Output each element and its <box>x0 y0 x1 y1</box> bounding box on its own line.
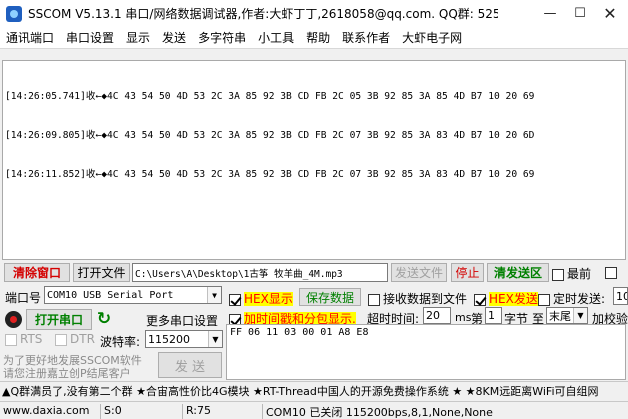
english-checkbox[interactable] <box>605 265 620 279</box>
menu-bar: 通讯端口 串口设置 显示 发送 多字符串 小工具 帮助 联系作者 大虾电子网 <box>0 27 628 49</box>
status-sent-count: S:0 <box>100 404 180 419</box>
menu-multi-string[interactable]: 多字符串 <box>192 29 252 46</box>
maximize-icon[interactable]: ☐ <box>565 0 595 27</box>
record-icon <box>5 311 22 328</box>
clear-send-button[interactable]: 清发送区 <box>487 263 549 282</box>
hex-send-label: HEX发送 <box>489 292 538 306</box>
receive-line: [14:26:09.805]收←◆4C 43 54 50 4D 53 2C 3A… <box>5 130 535 141</box>
sscom-window: SSCOM V5.13.1 串口/网络数据调试器,作者:大虾丁丁,2618058… <box>0 0 628 419</box>
checkbox-icon <box>552 268 564 281</box>
baud-select[interactable]: 115200 ▼ <box>145 330 223 348</box>
hex-display-checkbox[interactable]: HEX显示 <box>229 290 293 307</box>
hex-send-checkbox[interactable]: HEX发送 <box>474 290 538 307</box>
timed-send-label: 定时发送: <box>553 292 606 306</box>
menu-tools[interactable]: 小工具 <box>252 29 300 46</box>
topmost-checkbox[interactable]: 最前 <box>552 265 591 282</box>
menu-send[interactable]: 发送 <box>156 29 192 46</box>
ms-label: ms <box>455 311 472 324</box>
send-file-button[interactable]: 发送文件 <box>391 263 447 282</box>
news-ticker: ▲Q群满员了,没有第二个群 ★合宙高性价比4G模块 ★RT-Thread中国人的… <box>0 381 628 400</box>
save-data-button[interactable]: 保存数据 <box>299 288 361 306</box>
checkbox-icon <box>538 293 550 306</box>
menu-daxia-site[interactable]: 大虾电子网 <box>396 29 468 46</box>
topmost-label: 最前 <box>567 267 592 281</box>
app-icon <box>6 5 22 22</box>
checkbox-icon <box>605 266 617 279</box>
minimize-icon[interactable]: — <box>535 0 565 27</box>
rts-label: RTS <box>20 332 43 346</box>
menu-contact[interactable]: 联系作者 <box>336 29 396 46</box>
promo-line-2: 请您注册嘉立创P结尾客户 <box>3 367 131 380</box>
port-label: 端口号 <box>5 291 42 305</box>
baud-select-value: 115200 <box>148 332 190 346</box>
menu-help[interactable]: 帮助 <box>300 29 336 46</box>
checkbox-icon <box>474 293 486 306</box>
more-settings-link[interactable]: 更多串口设置 <box>146 312 218 329</box>
timed-send-checkbox[interactable]: 定时发送: <box>538 290 605 307</box>
checkbox-icon <box>229 293 241 306</box>
record-dot <box>10 316 17 323</box>
stop-button[interactable]: 停止 <box>451 263 484 282</box>
receive-area[interactable]: [14:26:05.741]收←◆4C 43 54 50 4D 53 2C 3A… <box>2 60 626 260</box>
close-icon[interactable]: ✕ <box>595 0 625 27</box>
ticker-text[interactable]: ▲Q群满员了,没有第二个群 ★合宙高性价比4G模块 ★RT-Thread中国人的… <box>0 383 599 399</box>
dtr-label: DTR <box>70 332 95 346</box>
refresh-icon[interactable]: ↻ <box>95 310 113 328</box>
clear-window-button[interactable]: 清除窗口 <box>4 263 70 282</box>
checkbox-icon <box>55 333 67 346</box>
port-select[interactable]: COM10 USB Serial Port ▼ <box>44 286 222 304</box>
receive-line: [14:26:11.852]收←◆4C 43 54 50 4D 53 2C 3A… <box>5 169 535 180</box>
port-select-value: COM10 USB Serial Port <box>47 289 174 301</box>
status-received-count: R:75 <box>182 404 260 419</box>
title-bar: SSCOM V5.13.1 串口/网络数据调试器,作者:大虾丁丁,2618058… <box>0 0 628 27</box>
open-file-button[interactable]: 打开文件 <box>73 263 130 282</box>
checkbox-icon <box>5 333 17 346</box>
menu-serial-settings[interactable]: 串口设置 <box>60 29 120 46</box>
window-title: SSCOM V5.13.1 串口/网络数据调试器,作者:大虾丁丁,2618058… <box>28 7 498 21</box>
end-select-value: 末尾 <box>549 309 571 323</box>
status-bar: www.daxia.com S:0 R:75 COM10 已关闭 115200b… <box>0 401 628 419</box>
file-path-input[interactable]: C:\Users\A\Desktop\1古筝 牧羊曲_4M.mp3 <box>132 263 388 282</box>
receive-to-file-label: 接收数据到文件 <box>383 292 468 306</box>
nth-input[interactable]: 1 <box>485 307 502 324</box>
status-port-info: COM10 已关闭 115200bps,8,1,None,None <box>262 404 628 419</box>
chevron-down-icon[interactable]: ▼ <box>207 287 221 303</box>
timeout-input[interactable]: 20 <box>423 307 451 324</box>
menu-comm-port[interactable]: 通讯端口 <box>0 29 60 46</box>
chevron-down-icon[interactable]: ▼ <box>208 331 222 347</box>
baud-label: 波特率: <box>100 335 141 349</box>
receive-to-file-checkbox[interactable]: 接收数据到文件 <box>368 290 467 307</box>
checkbox-icon <box>368 293 380 306</box>
dtr-checkbox[interactable]: DTR <box>55 332 95 346</box>
rts-checkbox[interactable]: RTS <box>5 332 42 346</box>
chevron-down-icon[interactable]: ▼ <box>573 308 587 323</box>
send-button[interactable]: 发 送 <box>158 352 222 378</box>
receive-line: [14:26:05.741]收←◆4C 43 54 50 4D 53 2C 3A… <box>5 91 535 102</box>
send-textarea[interactable]: FF 06 11 03 00 01 A8 E8 <box>226 324 626 380</box>
hex-display-label: HEX显示 <box>244 292 293 306</box>
end-select[interactable]: 末尾 ▼ <box>546 307 588 324</box>
timed-interval-input[interactable]: 10 <box>613 287 628 305</box>
open-port-button[interactable]: 打开串口 <box>26 309 92 330</box>
status-website[interactable]: www.daxia.com <box>0 404 96 419</box>
menu-display[interactable]: 显示 <box>120 29 156 46</box>
